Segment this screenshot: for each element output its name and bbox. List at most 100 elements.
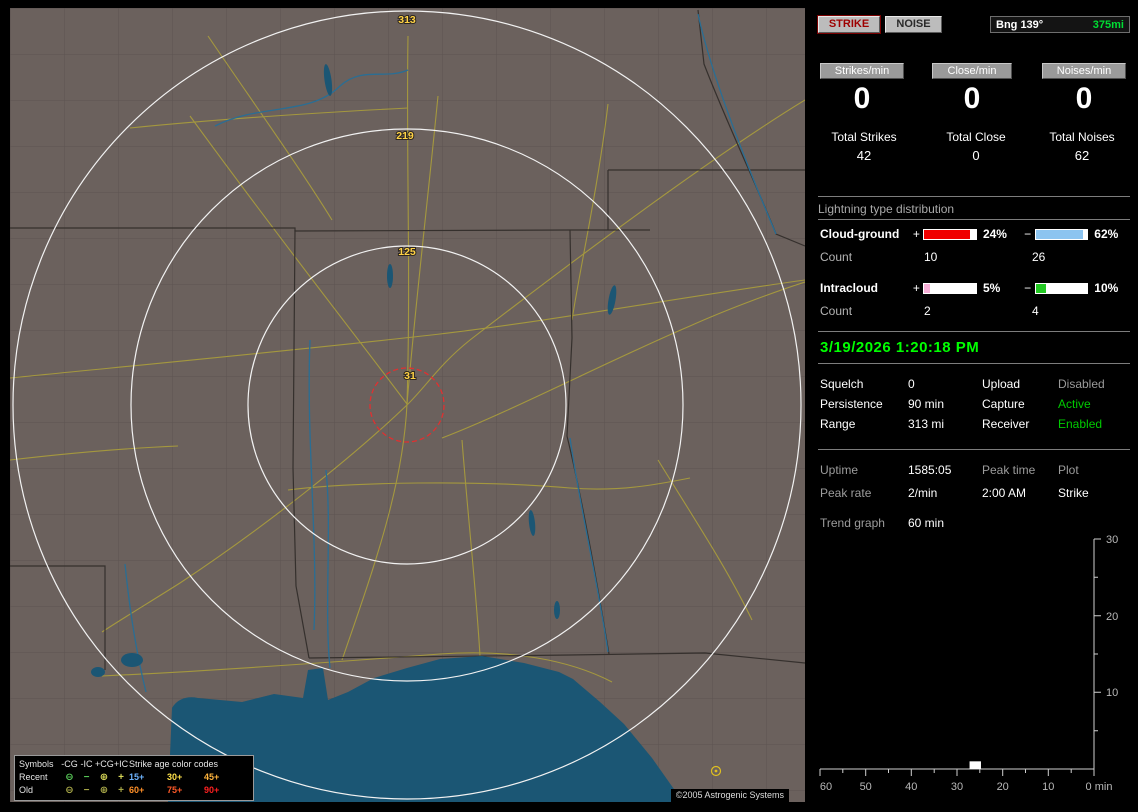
age-15: 15+ — [129, 772, 145, 782]
close-per-min-chip: Close/min — [932, 63, 1012, 79]
trend-bars — [969, 761, 981, 769]
peak-time-label: Peak time — [982, 463, 1036, 477]
persistence-value: 90 min — [908, 397, 945, 411]
range-value: 313 mi — [908, 417, 945, 431]
intracloud-row: Intracloud + 5% − 10% — [820, 281, 1132, 295]
legend-age-title: Strike age color codes — [129, 759, 219, 769]
rate-chips: Strikes/min Close/min Noises/min — [818, 63, 1130, 80]
intracloud-label: Intracloud — [820, 281, 879, 295]
minus-sign: − — [1024, 227, 1032, 241]
peak-time-value: 2:00 AM — [982, 486, 1027, 500]
total-close-label: Total Close — [946, 130, 1006, 144]
capture-status: Active — [1058, 397, 1091, 411]
legend-col-pos-ic: +IC — [113, 759, 129, 769]
y-tick-30: 30 — [1106, 534, 1118, 546]
cg-minus-pct: 62% — [1094, 227, 1119, 241]
trend-chart: 30 20 10 60 50 40 30 20 10 0 min — [819, 534, 1118, 793]
range-label: Range — [820, 417, 856, 431]
ring-label-125: 125 — [398, 246, 416, 258]
total-strikes-value: 42 — [856, 148, 872, 163]
bearing-readout: Bng 139° 375mi — [990, 16, 1130, 33]
minus-sign: − — [1024, 281, 1032, 295]
x-tick-60: 60 — [820, 781, 832, 793]
neg-ic-old-icon: − — [83, 785, 90, 796]
receiver-label: Receiver — [982, 417, 1030, 431]
age-90: 90+ — [204, 785, 220, 795]
divider — [818, 196, 1130, 197]
legend-col-neg-cg: -CG — [61, 759, 78, 769]
upload-status: Disabled — [1058, 377, 1105, 391]
trend-graph-label: Trend graph — [820, 516, 885, 530]
legend-old-row: Old ⊖ − ⊕ + 60+ 75+ 90+ — [19, 784, 249, 797]
noises-per-min-chip: Noises/min — [1042, 63, 1126, 79]
session-row-1: Uptime 1585:05 Peak time Plot — [818, 463, 1130, 479]
total-labels: Total Strikes Total Close Total Noises — [818, 130, 1130, 145]
cloud-ground-row: Cloud-ground + 24% − 62% — [820, 227, 1132, 241]
x-tick-50: 50 — [860, 781, 872, 793]
divider — [818, 449, 1130, 450]
peak-rate-value: 2/min — [908, 486, 938, 500]
legend-recent-label: Recent — [19, 772, 48, 782]
uptime-label: Uptime — [820, 463, 859, 477]
bearing-value: Bng 139° — [996, 18, 1044, 31]
lightning-map[interactable]: 313 219 125 31 Symbols -CG -IC +CG +IC S… — [10, 8, 805, 802]
trend-row: Trend graph 60 min — [818, 516, 1130, 532]
ring-label-31: 31 — [404, 370, 416, 382]
copyright-text: ©2005 Astrogenic Systems — [670, 789, 789, 802]
trend-graph-value: 60 min — [908, 516, 945, 530]
neg-cg-recent-icon: ⊖ — [65, 772, 74, 783]
distribution-title: Lightning type distribution — [818, 202, 1130, 220]
cloud-ground-label: Cloud-ground — [820, 227, 900, 241]
age-75: 75+ — [167, 785, 183, 795]
ic-minus-count: 4 — [1032, 304, 1039, 318]
persistence-label: Persistence — [820, 397, 883, 411]
plot-value: Strike — [1058, 486, 1089, 500]
total-close-value: 0 — [972, 148, 980, 163]
count-label: Count — [820, 304, 853, 318]
squelch-value: 0 — [908, 377, 915, 391]
receiver-status: Enabled — [1058, 417, 1103, 431]
session-row-2: Peak rate 2/min 2:00 AM Strike — [818, 486, 1130, 502]
y-tick-20: 20 — [1106, 611, 1118, 623]
capture-label: Capture — [982, 397, 1025, 411]
plus-sign: + — [912, 227, 920, 241]
total-strikes-label: Total Strikes — [831, 130, 897, 144]
age-30: 30+ — [167, 772, 183, 782]
total-noises-value: 62 — [1074, 148, 1090, 163]
plot-label: Plot — [1058, 463, 1079, 477]
status-row-squelch: Squelch 0 Upload Disabled — [818, 377, 1130, 393]
sidebar: STRIKE NOISE Bng 139° 375mi Strikes/min … — [818, 0, 1130, 812]
upload-label: Upload — [982, 377, 1021, 391]
age-60: 60+ — [129, 785, 145, 795]
pos-ic-old-icon: + — [118, 785, 124, 796]
cg-minus-count: 26 — [1032, 250, 1046, 264]
plus-sign: + — [912, 281, 920, 295]
cg-plus-count: 10 — [924, 250, 938, 264]
legend-header-row: Symbols -CG -IC +CG +IC Strike age color… — [19, 758, 249, 771]
ic-minus-bar — [1034, 282, 1089, 294]
status-row-range: Range 313 mi Receiver Enabled — [818, 417, 1130, 433]
neg-ic-recent-icon: − — [83, 772, 90, 783]
legend-old-label: Old — [19, 785, 34, 795]
divider — [818, 331, 1130, 332]
current-datetime: 3/19/2026 1:20:18 PM — [820, 339, 980, 356]
total-noises-label: Total Noises — [1049, 130, 1115, 144]
cg-plus-pct: 24% — [982, 227, 1007, 241]
legend-col-neg-ic: -IC — [80, 759, 93, 769]
ic-plus-pct: 5% — [982, 281, 1001, 295]
x-tick-0min: 0 min — [1086, 781, 1113, 793]
pos-ic-recent-icon: + — [118, 772, 124, 783]
close-per-min-value: 0 — [963, 82, 981, 115]
squelch-label: Squelch — [820, 377, 864, 391]
count-label: Count — [820, 250, 853, 264]
mode-toolbar: STRIKE NOISE Bng 139° 375mi — [818, 16, 1130, 34]
ring-label-219: 219 — [396, 130, 414, 142]
ic-plus-count: 2 — [924, 304, 931, 318]
trend-axes — [819, 538, 1101, 776]
legend-symbols-title: Symbols — [19, 759, 54, 769]
strike-mode-button[interactable]: STRIKE — [818, 16, 880, 33]
x-tick-30: 30 — [951, 781, 963, 793]
noise-mode-button[interactable]: NOISE — [885, 16, 942, 33]
cg-plus-bar — [923, 228, 977, 240]
peak-rate-label: Peak rate — [820, 486, 872, 500]
